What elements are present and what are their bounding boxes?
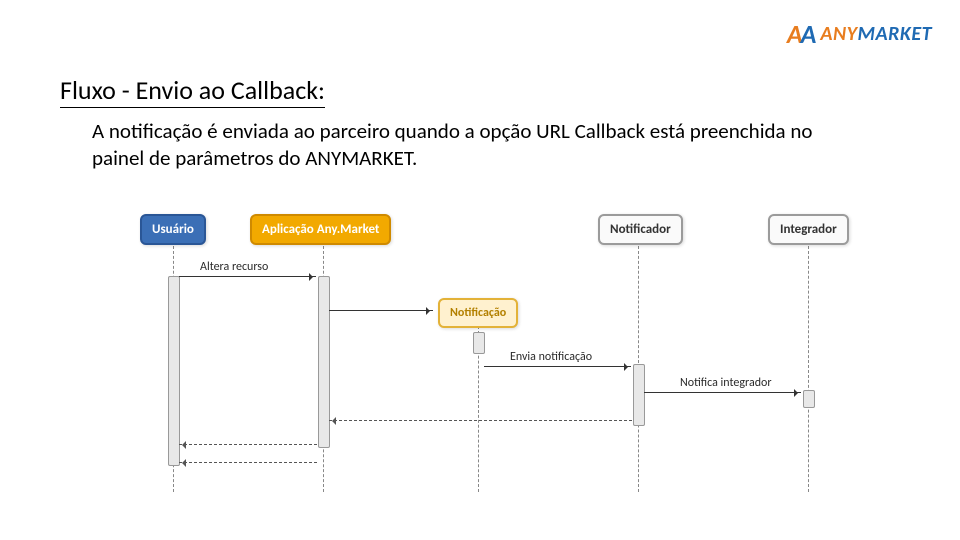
arrow-envia-notificacao — [484, 366, 631, 367]
brand-mark-v: A — [801, 18, 815, 50]
brand-logo: AA ANYMARKET — [787, 18, 932, 50]
activation-usuario — [168, 276, 180, 466]
participant-app: Aplicação Any.Market — [250, 214, 391, 245]
activation-notificador — [633, 364, 645, 426]
activation-integrador — [803, 390, 815, 408]
brand-word-market: MARKET — [858, 22, 932, 46]
brand-mark: AA — [787, 18, 815, 50]
lifeline-integrador — [808, 246, 809, 492]
msg-altera-recurso: Altera recurso — [200, 260, 268, 274]
arrow-altera-recurso — [179, 276, 316, 277]
participant-usuario: Usuário — [140, 214, 206, 245]
activation-notificacao — [473, 332, 485, 354]
brand-wordmark: ANYMARKET — [820, 22, 932, 46]
sequence-diagram: Usuário Aplicação Any.Market Notificador… — [128, 206, 888, 506]
msg-notifica-integrador: Notifica integrador — [680, 376, 772, 390]
arrow-create-notificacao — [329, 310, 433, 311]
participant-notificador: Notificador — [598, 214, 683, 245]
return-notificador-app — [329, 420, 632, 421]
msg-envia-notificacao: Envia notificação — [510, 350, 592, 364]
page-description: A notificação é enviada ao parceiro quan… — [92, 118, 850, 173]
arrow-notifica-integrador — [644, 392, 801, 393]
page-title: Fluxo - Envio ao Callback: — [60, 74, 325, 108]
participant-notificacao: Notificação — [438, 298, 518, 328]
participant-integrador: Integrador — [768, 214, 849, 245]
return-app-usuario-2 — [179, 462, 317, 463]
return-app-usuario-1 — [179, 444, 317, 445]
brand-mark-a: A — [787, 18, 801, 50]
brand-word-any: ANY — [820, 22, 857, 46]
